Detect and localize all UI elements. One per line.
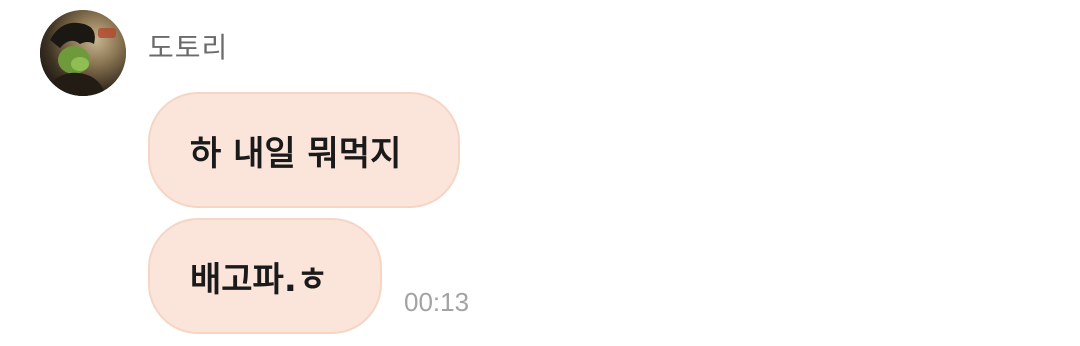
message-text: 배고파.ㅎ [190,259,329,300]
message-timestamp: 00:13 [404,287,470,317]
sender-avatar[interactable] [40,10,126,96]
message-text: 하 내일 뭐먹지 [190,133,402,174]
profile-photo-icon [40,10,126,96]
sender-name: 도토리 [148,31,229,64]
message-bubble[interactable]: 하 내일 뭐먹지 [148,92,460,208]
message-bubble[interactable]: 배고파.ㅎ [148,218,382,334]
